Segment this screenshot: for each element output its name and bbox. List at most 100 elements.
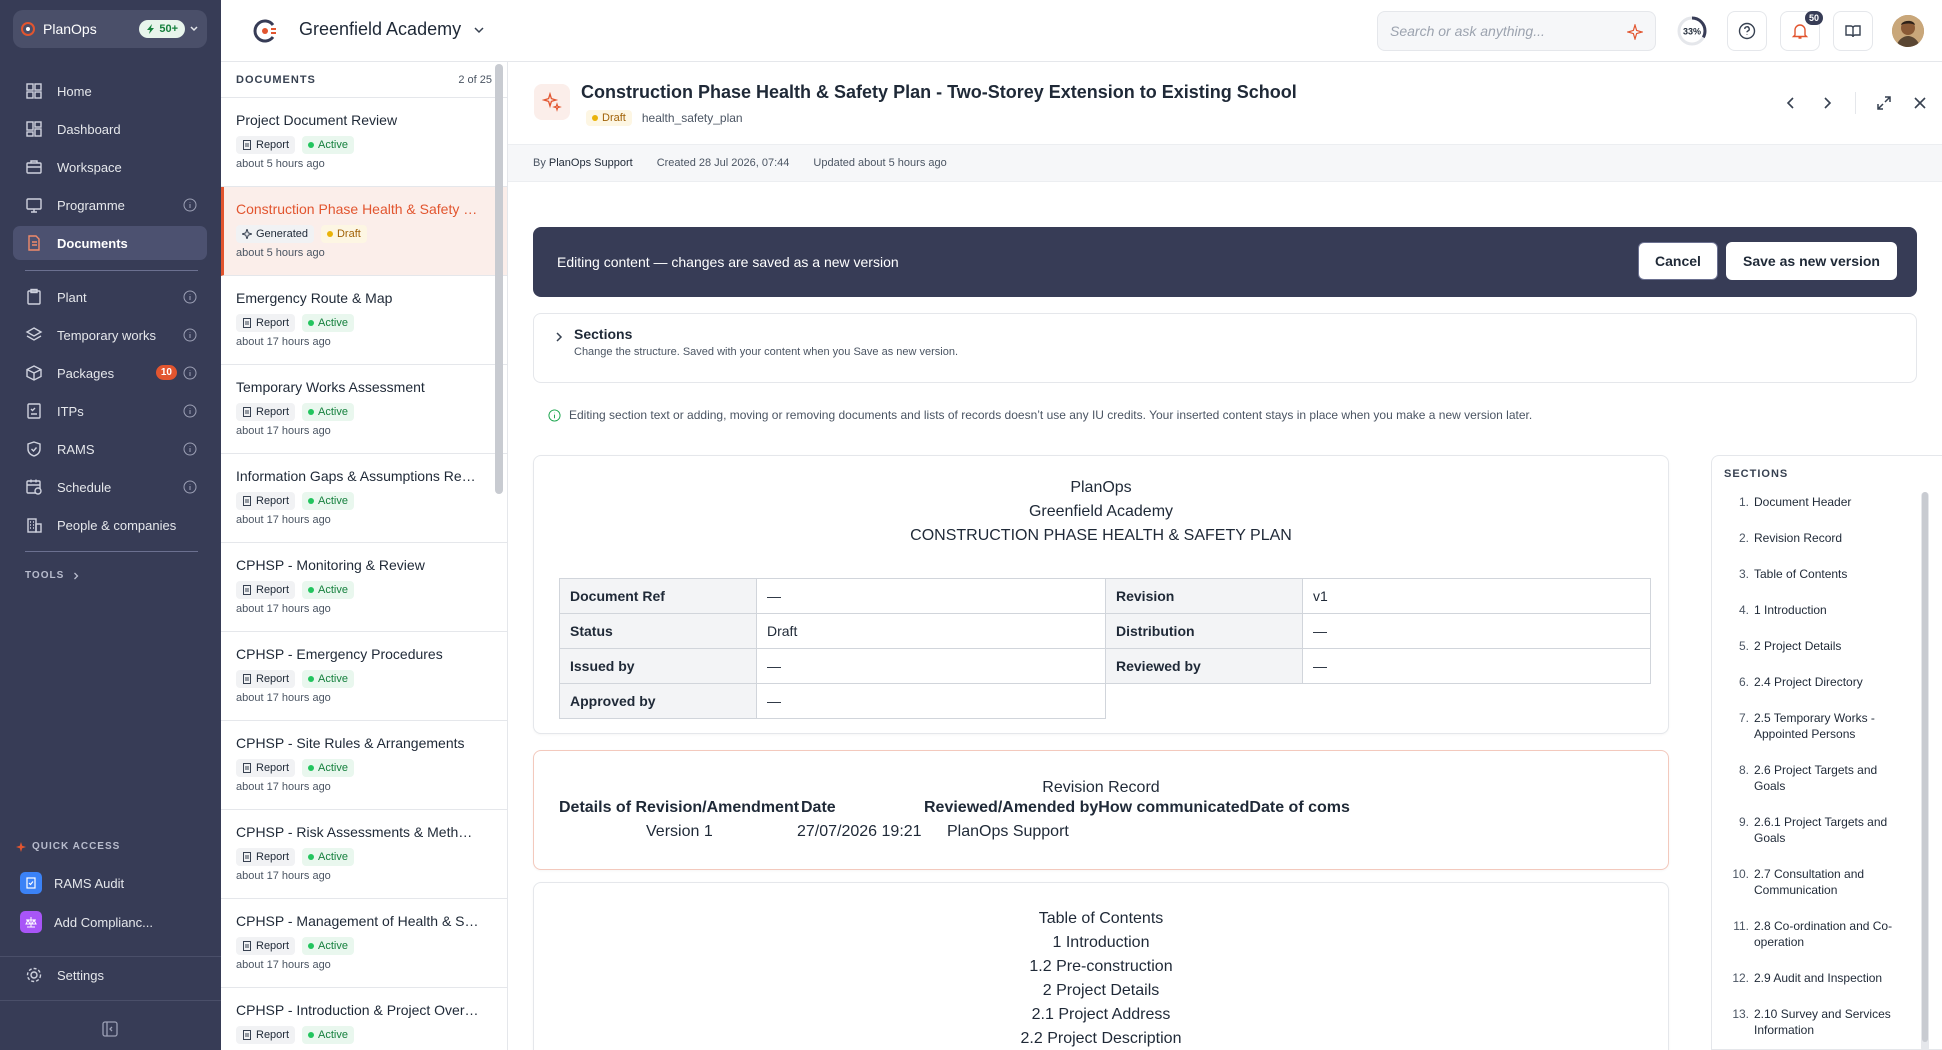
- credits-info: Editing section text or adding, moving o…: [548, 408, 1532, 422]
- document-kind: health_safety_plan: [641, 111, 743, 125]
- credits-badge[interactable]: 50+: [139, 20, 185, 38]
- info-icon[interactable]: [183, 198, 197, 212]
- sparkle-icon[interactable]: [1627, 24, 1643, 40]
- package-icon: [26, 365, 42, 381]
- table-key: Reviewed by: [1105, 648, 1303, 684]
- outline-number: 13.: [1732, 1007, 1749, 1021]
- outline-item[interactable]: 11. 2.8 Co-ordination and Co-operation: [1731, 918, 1911, 950]
- org-switcher[interactable]: PlanOps 50+: [13, 10, 207, 48]
- nav-label: Schedule: [57, 479, 112, 495]
- table-of-contents-section[interactable]: Table of Contents 1 Introduction 1.2 Pre…: [533, 882, 1669, 1050]
- generated-icon: [534, 84, 570, 120]
- table-row: Document Ref — Revision v1: [559, 578, 1651, 614]
- table-row: Status Draft Distribution —: [559, 613, 1651, 649]
- outline-item[interactable]: 8. 2.6 Project Targets and Goals: [1731, 762, 1911, 794]
- list-item[interactable]: CPHSP - Management of Health & Safety Rep…: [221, 899, 507, 988]
- quick-add-compliance[interactable]: Add Complianc...: [20, 909, 153, 935]
- quick-rams-audit[interactable]: RAMS Audit: [20, 870, 124, 896]
- outline-item[interactable]: 7. 2.5 Temporary Works - Appointed Person…: [1731, 710, 1911, 742]
- list-item[interactable]: Construction Phase Health & Safety Plan …: [221, 187, 507, 276]
- nav-home[interactable]: Home: [13, 74, 207, 108]
- nav-settings[interactable]: Settings: [25, 962, 104, 988]
- outline-item[interactable]: 12. 2.9 Audit and Inspection: [1731, 970, 1911, 986]
- info-icon[interactable]: [183, 366, 197, 380]
- collapse-sidebar-icon[interactable]: [101, 1020, 119, 1038]
- outline-item[interactable]: 10. 2.7 Consultation and Communication: [1731, 866, 1911, 898]
- tools-toggle[interactable]: TOOLS: [25, 570, 80, 581]
- chevron-left-icon[interactable]: [1783, 95, 1799, 111]
- chevron-right-icon[interactable]: [1819, 95, 1835, 111]
- project-selector[interactable]: Greenfield Academy: [299, 19, 485, 40]
- nav-documents[interactable]: Documents: [13, 226, 207, 260]
- table-key: Document Ref: [559, 578, 757, 614]
- list-item[interactable]: CPHSP - Emergency Procedures Report Active…: [221, 632, 507, 721]
- outline-number: 10.: [1732, 867, 1749, 881]
- nav-people-companies[interactable]: People & companies: [13, 508, 207, 542]
- list-item[interactable]: CPHSP - Risk Assessments & Method Statem…: [221, 810, 507, 899]
- list-scrollbar[interactable]: [495, 64, 503, 494]
- list-item[interactable]: Project Document Review Report Active about…: [221, 98, 507, 187]
- nav-programme[interactable]: Programme: [13, 188, 207, 222]
- outline-item[interactable]: 2. Revision Record: [1731, 530, 1911, 546]
- outline-item[interactable]: 1. Document Header: [1731, 494, 1911, 510]
- close-icon[interactable]: [1912, 95, 1928, 111]
- outline-item[interactable]: 6. 2.4 Project Directory: [1731, 674, 1911, 690]
- bolt-icon: [147, 24, 155, 34]
- list-item[interactable]: Temporary Works Assessment Report Active ab…: [221, 365, 507, 454]
- nav-label: RAMS: [57, 441, 95, 457]
- avatar[interactable]: [1892, 15, 1924, 47]
- list-item[interactable]: Information Gaps & Assumptions Register R…: [221, 454, 507, 543]
- info-icon[interactable]: [183, 480, 197, 494]
- report-icon: [243, 1030, 251, 1040]
- outline-scrollbar[interactable]: [1921, 492, 1929, 1050]
- monitor-icon: [26, 198, 42, 213]
- outline-item[interactable]: 4. 1 Introduction: [1731, 602, 1911, 618]
- search-input[interactable]: Search or ask anything...: [1377, 11, 1656, 51]
- sections-panel[interactable]: Sections Change the structure. Saved wit…: [533, 313, 1917, 383]
- nav-plant[interactable]: Plant: [13, 280, 207, 314]
- revision-record-section[interactable]: Revision Record Details of Revision/Amen…: [533, 750, 1669, 870]
- docs-button[interactable]: [1833, 11, 1873, 51]
- top-bar: Greenfield Academy Search or ask anythin…: [221, 0, 1942, 62]
- list-item-title: CPHSP - Introduction & Project Overview: [236, 1002, 480, 1018]
- info-icon[interactable]: [183, 442, 197, 456]
- nav-dashboard[interactable]: Dashboard: [13, 112, 207, 146]
- nav-schedule[interactable]: Schedule: [13, 470, 207, 504]
- outline-item[interactable]: 9. 2.6.1 Project Targets and Goals: [1731, 814, 1911, 846]
- save-version-button[interactable]: Save as new version: [1726, 242, 1897, 280]
- usage-progress-ring[interactable]: 33%: [1676, 15, 1708, 47]
- expand-icon[interactable]: [1876, 95, 1892, 111]
- quick-access-header: QUICK ACCESS: [16, 841, 120, 852]
- report-icon: [243, 585, 251, 595]
- list-item[interactable]: CPHSP - Introduction & Project Overview R…: [221, 988, 507, 1050]
- outline-label: Revision Record: [1754, 531, 1843, 545]
- nav-label: Workspace: [57, 159, 122, 175]
- document-list-title: DOCUMENTS: [236, 73, 316, 86]
- revision-header: Reviewed/Amended by: [924, 799, 1099, 816]
- outline-item[interactable]: 3. Table of Contents: [1731, 566, 1911, 582]
- cancel-button[interactable]: Cancel: [1638, 242, 1718, 280]
- outline-item[interactable]: 13. 2.10 Survey and Services Information: [1731, 1006, 1911, 1038]
- revision-title: Revision Record: [1042, 779, 1160, 796]
- info-icon[interactable]: [183, 404, 197, 418]
- list-item[interactable]: CPHSP - Monitoring & Review Report Active a…: [221, 543, 507, 632]
- document-header-section[interactable]: PlanOps Greenfield Academy CONSTRUCTION …: [533, 455, 1669, 734]
- nav-packages[interactable]: Packages 10: [13, 356, 207, 390]
- list-item-time: about 17 hours ago: [236, 425, 331, 437]
- nav-rams[interactable]: RAMS: [13, 432, 207, 466]
- list-item[interactable]: CPHSP - Site Rules & Arrangements Report A…: [221, 721, 507, 810]
- status-text: Draft: [336, 228, 361, 240]
- chevron-down-icon[interactable]: [189, 24, 199, 34]
- outline-label: 2.10 Survey and Services Information: [1754, 1007, 1891, 1037]
- info-icon[interactable]: [183, 290, 197, 304]
- nav-workspace[interactable]: Workspace: [13, 150, 207, 184]
- company-name: PlanOps: [1070, 479, 1132, 496]
- outline-item[interactable]: 5. 2 Project Details: [1731, 638, 1911, 654]
- nav-temporary-works[interactable]: Temporary works: [13, 318, 207, 352]
- nav-itps[interactable]: ITPs: [13, 394, 207, 428]
- list-item[interactable]: Emergency Route & Map Report Active about 1…: [221, 276, 507, 365]
- help-button[interactable]: [1727, 11, 1767, 51]
- revision-cell: Version 1: [646, 823, 713, 840]
- info-icon[interactable]: [183, 328, 197, 342]
- notifications-button[interactable]: 50: [1780, 11, 1824, 51]
